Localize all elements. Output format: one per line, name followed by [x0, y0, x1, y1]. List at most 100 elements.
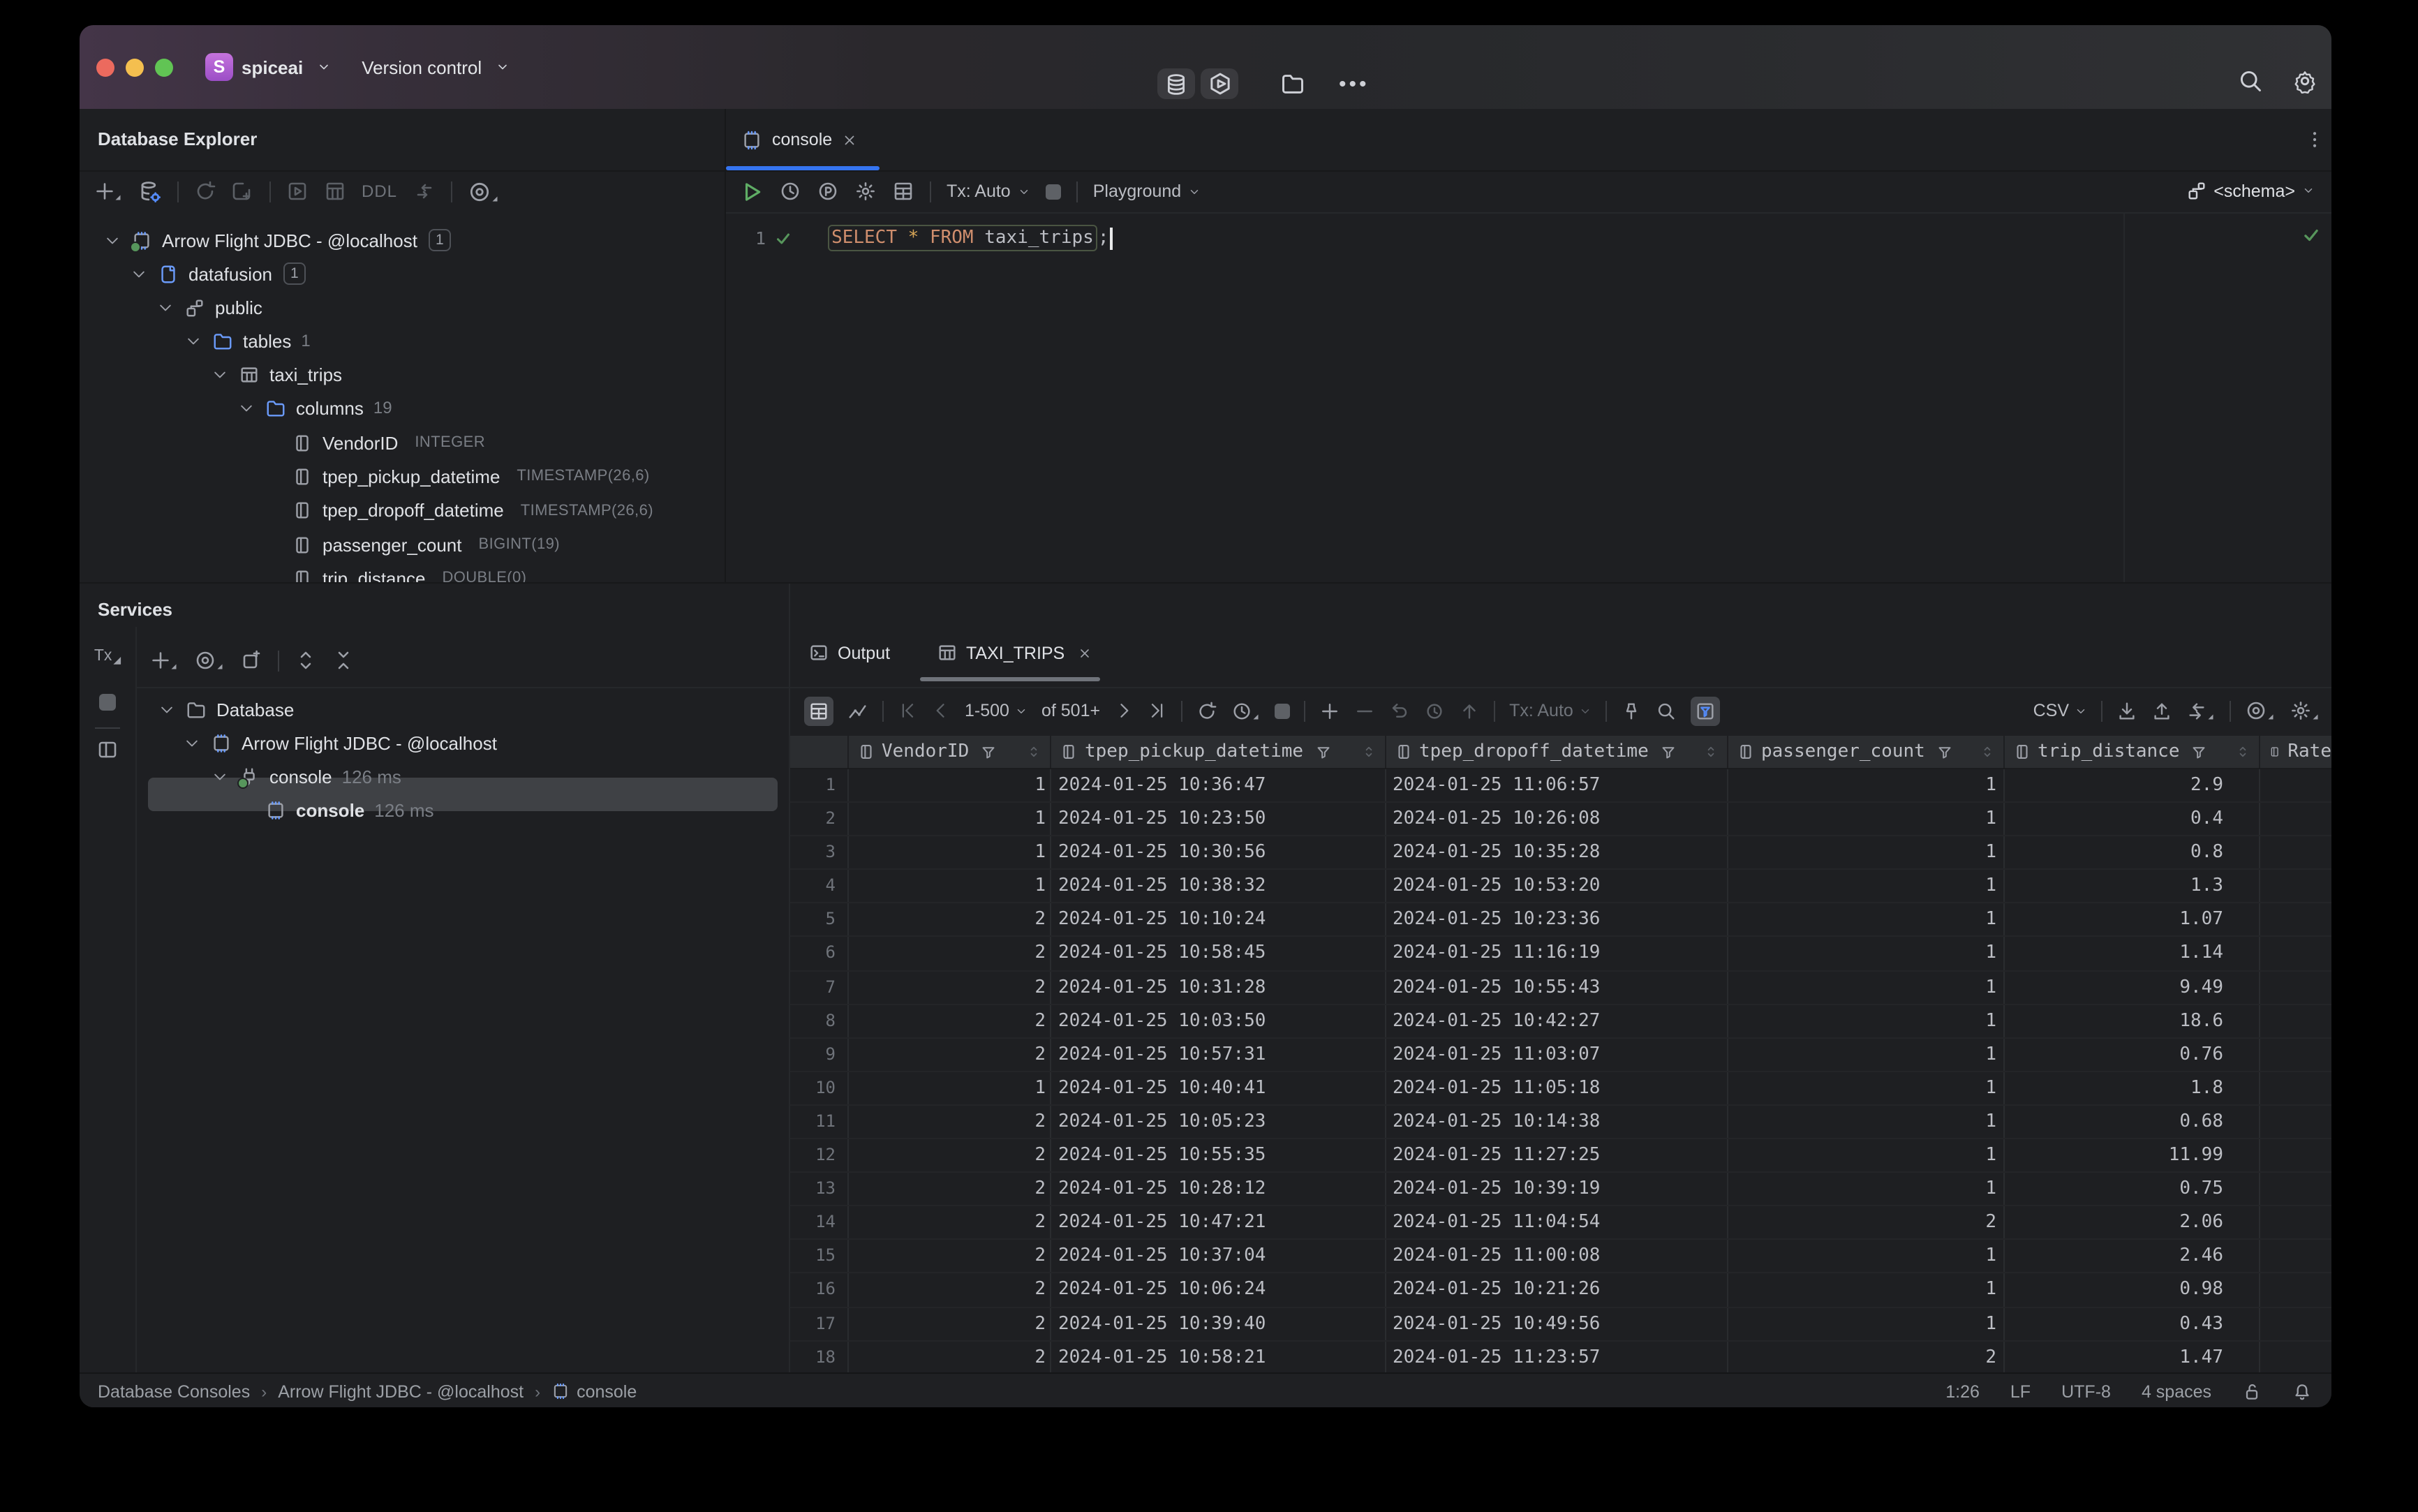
cell-rate[interactable] — [2260, 1072, 2331, 1104]
session-selector[interactable]: Playground — [1093, 181, 1201, 201]
cell-passenger-count[interactable]: 1 — [1728, 1240, 2004, 1273]
more-tool-windows-icon[interactable]: ••• — [1339, 72, 1370, 96]
tx-strip-button[interactable]: Tx ◢ — [80, 646, 135, 666]
parameters-button[interactable] — [817, 180, 839, 202]
table-row[interactable]: 2 1 2024-01-25 10:23:50 2024-01-25 10:26… — [790, 803, 2331, 837]
cell-vendorid[interactable]: 1 — [848, 769, 1051, 802]
run-configurations-button[interactable] — [1201, 68, 1238, 99]
datasource-properties-button[interactable] — [138, 179, 162, 203]
cell-dropoff-datetime[interactable]: 2024-01-25 10:23:36 — [1386, 903, 1728, 936]
cell-trip-distance[interactable]: 1.14 — [2004, 937, 2260, 970]
tx-mode-selector[interactable]: Tx: Auto — [947, 181, 1030, 201]
row-number[interactable]: 3 — [790, 836, 848, 869]
expand-all-button[interactable] — [295, 649, 317, 672]
cell-rate[interactable] — [2260, 937, 2331, 970]
sort-icon[interactable] — [2235, 744, 2250, 759]
cell-trip-distance[interactable]: 11.99 — [2004, 1139, 2260, 1172]
row-number[interactable]: 1 — [790, 769, 848, 802]
header-tpep-dropoff-datetime[interactable]: tpep_dropoff_datetime — [1386, 736, 1728, 768]
cell-rate[interactable] — [2260, 769, 2331, 801]
header-rate[interactable]: Rate — [2260, 736, 2331, 768]
row-number[interactable]: 14 — [790, 1206, 848, 1239]
unlock-icon[interactable] — [2242, 1381, 2262, 1401]
row-number[interactable]: 11 — [790, 1105, 848, 1139]
cell-pickup-datetime[interactable]: 2024-01-25 10:38:32 — [1051, 870, 1386, 903]
services-node-database[interactable]: Database — [159, 692, 294, 726]
project-widget[interactable]: S spiceai — [205, 53, 331, 81]
cell-rate[interactable] — [2260, 1139, 2331, 1171]
run-query-button[interactable] — [740, 179, 764, 203]
cell-dropoff-datetime[interactable]: 2024-01-25 10:35:28 — [1386, 836, 1728, 869]
folder-icon[interactable] — [1280, 71, 1305, 96]
chart-view-button[interactable] — [847, 700, 868, 721]
table-row[interactable]: 10 1 2024-01-25 10:40:41 2024-01-25 11:0… — [790, 1072, 2331, 1106]
services-node-session[interactable]: console 126 ms — [212, 759, 401, 793]
row-number[interactable]: 4 — [790, 870, 848, 903]
indent-setting[interactable]: 4 spaces — [2142, 1381, 2211, 1401]
import-upload-button[interactable] — [2151, 700, 2172, 721]
tree-node-database[interactable]: datafusion 1 — [131, 257, 306, 290]
previous-page-button[interactable] — [931, 701, 951, 720]
cell-passenger-count[interactable]: 1 — [1728, 1139, 2004, 1172]
cell-vendorid[interactable]: 2 — [848, 937, 1051, 970]
cell-trip-distance[interactable]: 0.43 — [2004, 1307, 2260, 1340]
cell-passenger-count[interactable]: 1 — [1728, 769, 2004, 802]
cell-rate[interactable] — [2260, 1274, 2331, 1306]
cell-pickup-datetime[interactable]: 2024-01-25 10:37:04 — [1051, 1240, 1386, 1273]
cell-rate[interactable] — [2260, 1106, 2331, 1138]
tab-taxi-trips[interactable]: TAXI_TRIPS — [937, 642, 1091, 663]
row-number[interactable]: 7 — [790, 971, 848, 1004]
breadcrumb-database-consoles[interactable]: Database Consoles — [98, 1381, 250, 1401]
table-row[interactable]: 12 2 2024-01-25 10:55:35 2024-01-25 11:2… — [790, 1139, 2331, 1173]
row-number[interactable]: 6 — [790, 937, 848, 970]
cell-pickup-datetime[interactable]: 2024-01-25 10:55:35 — [1051, 1139, 1386, 1172]
cell-pickup-datetime[interactable]: 2024-01-25 10:40:41 — [1051, 1072, 1386, 1104]
table-row[interactable]: 14 2 2024-01-25 10:47:21 2024-01-25 11:0… — [790, 1206, 2331, 1240]
cell-rate[interactable] — [2260, 1039, 2331, 1071]
cell-pickup-datetime[interactable]: 2024-01-25 10:47:21 — [1051, 1206, 1386, 1239]
cell-vendorid[interactable]: 2 — [848, 1273, 1051, 1306]
cell-rate[interactable] — [2260, 1005, 2331, 1037]
cell-passenger-count[interactable]: 2 — [1728, 1341, 2004, 1374]
cell-rate[interactable] — [2260, 836, 2331, 868]
cell-vendorid[interactable]: 2 — [848, 1105, 1051, 1139]
cell-trip-distance[interactable]: 0.68 — [2004, 1105, 2260, 1139]
settings-gear-icon[interactable] — [2292, 68, 2317, 94]
query-history-button[interactable] — [779, 180, 801, 202]
cell-dropoff-datetime[interactable]: 2024-01-25 10:53:20 — [1386, 870, 1728, 903]
cell-vendorid[interactable]: 1 — [848, 1072, 1051, 1104]
sort-icon[interactable] — [1703, 744, 1718, 759]
export-format-selector[interactable]: CSV — [2033, 701, 2087, 720]
cell-passenger-count[interactable]: 1 — [1728, 1273, 2004, 1306]
table-row[interactable]: 4 1 2024-01-25 10:38:32 2024-01-25 10:53… — [790, 870, 2331, 904]
page-size-selector[interactable]: 1-500 — [965, 701, 1028, 720]
row-number[interactable]: 5 — [790, 903, 848, 936]
view-options-button[interactable] — [467, 179, 499, 203]
editor-line-1[interactable]: 1 SELECT * FROM taxi_trips ; — [755, 225, 1113, 251]
stop-query-button[interactable] — [1275, 703, 1291, 718]
sort-icon[interactable] — [1026, 744, 1041, 759]
cell-pickup-datetime[interactable]: 2024-01-25 10:05:23 — [1051, 1105, 1386, 1139]
cell-vendorid[interactable]: 2 — [848, 1240, 1051, 1273]
cell-dropoff-datetime[interactable]: 2024-01-25 11:03:07 — [1386, 1038, 1728, 1071]
filter-funnel-icon[interactable] — [1314, 743, 1331, 760]
cell-vendorid[interactable]: 1 — [848, 870, 1051, 903]
tree-node-column[interactable]: VendorID INTEGER — [292, 426, 653, 460]
filter-panel-button[interactable] — [1690, 696, 1720, 725]
cell-dropoff-datetime[interactable]: 2024-01-25 10:21:26 — [1386, 1273, 1728, 1306]
row-number[interactable]: 10 — [790, 1072, 848, 1104]
add-datasource-button[interactable] — [94, 180, 123, 202]
cell-rate[interactable] — [2260, 870, 2331, 903]
cell-pickup-datetime[interactable]: 2024-01-25 10:31:28 — [1051, 971, 1386, 1004]
cell-rate[interactable] — [2260, 1341, 2331, 1373]
breadcrumb-connection[interactable]: Arrow Flight JDBC - @localhost — [278, 1381, 524, 1401]
cell-vendorid[interactable]: 1 — [848, 803, 1051, 836]
filter-funnel-icon[interactable] — [980, 743, 997, 760]
file-encoding[interactable]: UTF-8 — [2061, 1381, 2111, 1401]
cell-trip-distance[interactable]: 0.4 — [2004, 803, 2260, 836]
cell-vendorid[interactable]: 2 — [848, 1307, 1051, 1340]
cell-pickup-datetime[interactable]: 2024-01-25 10:06:24 — [1051, 1273, 1386, 1306]
row-number[interactable]: 15 — [790, 1240, 848, 1273]
row-number-header[interactable] — [790, 736, 848, 768]
cell-vendorid[interactable]: 2 — [848, 971, 1051, 1004]
